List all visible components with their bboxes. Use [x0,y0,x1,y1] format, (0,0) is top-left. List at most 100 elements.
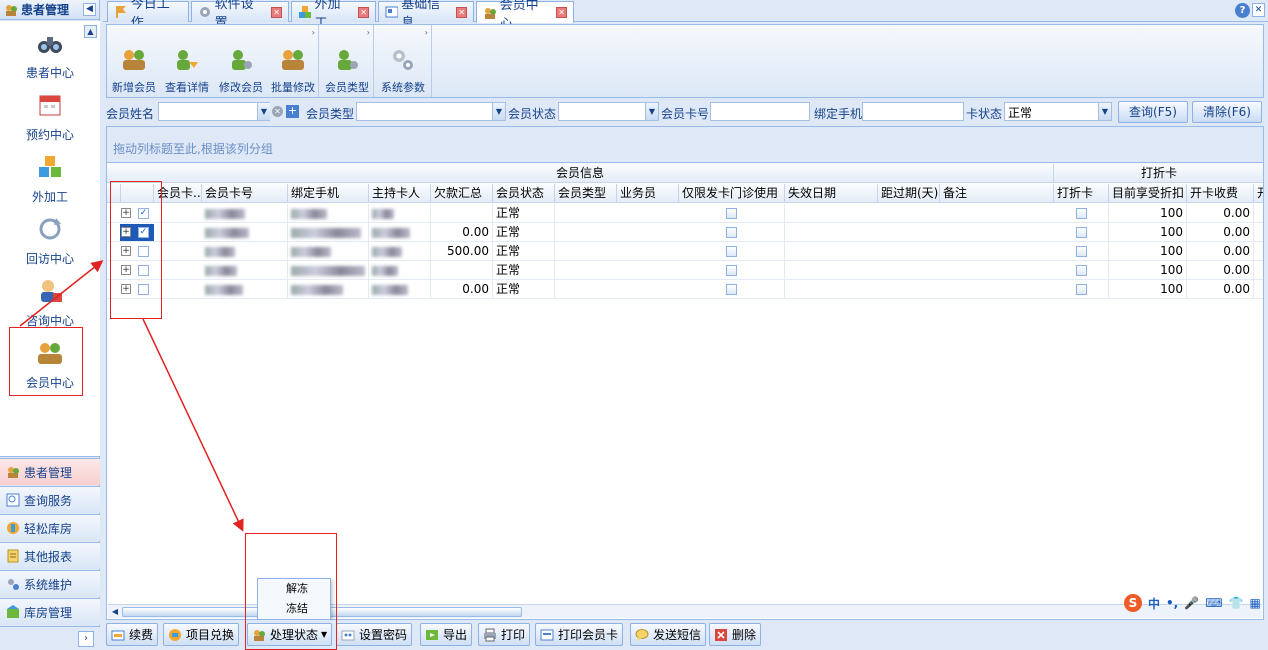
skin-icon[interactable]: 👕 [1229,596,1244,610]
punctuation-icon[interactable]: •, [1166,596,1178,610]
microphone-icon[interactable]: 🎤 [1184,596,1199,610]
sidebar-category-other-reports[interactable]: 其他报表 [0,542,100,569]
column-header-holder[interactable]: 主持卡人 [369,184,431,203]
clinic-only-checkbox[interactable] [679,204,785,223]
chevron-down-icon[interactable]: ▼ [492,103,505,120]
chevron-down-icon[interactable]: ▼ [645,103,658,120]
status-cell: 正常 [493,261,555,280]
sidebar-item-patient-center[interactable]: 患者中心 [0,29,100,81]
phone-label: 绑定手机 [814,107,863,121]
category-label: 查询服务 [24,493,73,508]
member-name-select[interactable] [158,102,270,121]
sidebar-category-query-service[interactable]: 查询服务 [0,486,100,513]
clinic-only-checkbox[interactable] [679,223,785,242]
keyboard-icon[interactable]: ⌨ [1205,596,1222,610]
sidebar-item-appointment-center[interactable]: 预约中心 [0,91,100,143]
group-expand-icon[interactable]: › [312,28,315,37]
tab-member-center[interactable]: 会员中心 ✕ [476,0,574,32]
clear-button[interactable]: 清除(F6) [1192,101,1262,123]
send-sms-button[interactable]: 发送短信 [630,623,707,646]
chevron-down-icon[interactable]: ▼ [1098,103,1111,120]
view-details-button[interactable]: 查看详情 [161,47,213,95]
group-expand-icon[interactable]: › [425,28,428,37]
help-icon[interactable]: ? [1235,3,1250,18]
tab-software-settings[interactable]: 软件设置 ✕ [191,0,289,31]
scroll-left-icon[interactable]: ◀ [109,606,121,618]
column-header-remark[interactable]: 备注 [940,184,1054,203]
column-header-salesman[interactable]: 业务员 [617,184,679,203]
tab-basic-info[interactable]: 基础信息 ✕ [378,0,474,31]
card-status-select[interactable]: 正常 [1004,102,1112,121]
discount-card-checkbox[interactable] [1054,261,1109,280]
discount-card-checkbox[interactable] [1054,242,1109,261]
apps-grid-icon[interactable]: ▦ [1249,596,1260,610]
system-params-button[interactable]: 系统参数 [376,47,430,95]
ime-mode-label[interactable]: 中 [1148,595,1160,612]
table-row[interactable]: + ✓ 0.00 正常 100 0.00 [107,223,1263,242]
phone-input[interactable] [862,102,964,121]
close-all-tabs-button[interactable]: ✕ [1252,3,1265,17]
discount-card-checkbox[interactable] [1054,280,1109,299]
sidebar-category-storage-management[interactable]: 库房管理 [0,598,100,625]
member-status-select[interactable] [558,102,659,121]
sidebar-collapse-button[interactable]: ◀ [83,3,96,16]
chevron-down-icon[interactable]: ▼ [257,103,270,120]
group-expand-icon[interactable]: › [367,28,370,37]
ime-logo-icon[interactable]: S [1124,594,1142,612]
filter-bar: 会员姓名 ▼ ✕ + 会员类型 ▼ 会员状态 ▼ 会员卡号 绑定手机 卡状态 正… [106,100,1264,124]
close-icon[interactable]: ✕ [556,7,568,18]
column-header-type[interactable]: 会员类型 [555,184,617,203]
add-member-button[interactable]: 新增会员 [109,47,159,95]
table-row[interactable]: + 500.00 正常 100 0.00 [107,242,1263,261]
column-header-phone[interactable]: 绑定手机 [288,184,369,203]
table-row[interactable]: + 0.00 正常 100 0.00 [107,280,1263,299]
close-icon[interactable]: ✕ [358,6,369,18]
discount-cell: 100 [1109,242,1187,261]
renew-button[interactable]: 续费 [106,623,159,646]
add-field-icon[interactable]: + [286,105,299,118]
clinic-only-checkbox[interactable] [679,242,785,261]
batch-edit-button[interactable]: 批量修改 [267,47,319,95]
discount-card-checkbox[interactable] [1054,223,1109,242]
column-header-expire-date[interactable]: 失效日期 [785,184,878,203]
column-header-discount-card[interactable]: 打折卡 [1054,184,1109,203]
column-header-debt[interactable]: 欠款汇总 [431,184,493,203]
column-header-days-left[interactable]: 距过期(天) [878,184,940,203]
sidebar-category-patient-management[interactable]: 患者管理 [0,458,100,485]
column-header-current-discount[interactable]: 目前享受折扣 [1109,184,1187,203]
edit-member-button[interactable]: 修改会员 [215,47,267,95]
checkbox-icon [1075,208,1087,219]
column-header-status[interactable]: 会员状态 [493,184,555,203]
discount-card-checkbox[interactable] [1054,204,1109,223]
export-button[interactable]: 导出 [420,623,473,646]
column-header-card-no[interactable]: 会员卡号 [202,184,288,203]
column-header-open-fee[interactable]: 开卡收费 [1187,184,1254,203]
clinic-only-checkbox[interactable] [679,261,785,280]
tab-outsourcing[interactable]: 外加工 ✕ [291,0,376,31]
delete-button[interactable]: 删除 [709,623,762,646]
sidebar-item-consult-center[interactable]: 咨询中心 [0,277,100,329]
print-member-card-button[interactable]: 打印会员卡 [535,623,624,646]
close-icon[interactable]: ✕ [456,6,467,18]
item-exchange-button[interactable]: 项目兑换 [163,623,240,646]
sidebar-more-button[interactable]: › [78,631,94,647]
table-row[interactable]: + 正常 100 0.00 [107,261,1263,280]
sidebar-category-system-maintenance[interactable]: 系统维护 [0,570,100,597]
tab-today-work[interactable]: 今日工作 [107,0,189,31]
column-header-clinic-only[interactable]: 仅限发卡门诊使用 [679,184,785,203]
print-button[interactable]: 打印 [478,623,531,646]
query-button[interactable]: 查询(F5) [1118,101,1188,123]
sidebar-item-outsourcing[interactable]: 外加工 [0,153,100,205]
close-icon[interactable]: ✕ [271,6,283,18]
card-no-input[interactable] [710,102,810,121]
column-header-more[interactable]: 开 [1254,184,1263,203]
sidebar-item-followup-center[interactable]: 回访中心 [0,215,100,267]
table-row[interactable]: + ✓ 正常 100 0.00 [107,204,1263,223]
clear-field-icon[interactable]: ✕ [272,106,283,117]
checkbox-icon [1075,284,1087,295]
set-password-button[interactable]: 设置密码 [336,623,413,646]
clinic-only-checkbox[interactable] [679,280,785,299]
member-type-button[interactable]: 会员类型 [321,47,373,95]
sidebar-category-warehouse[interactable]: 轻松库房 [0,514,100,541]
member-type-select[interactable] [356,102,506,121]
